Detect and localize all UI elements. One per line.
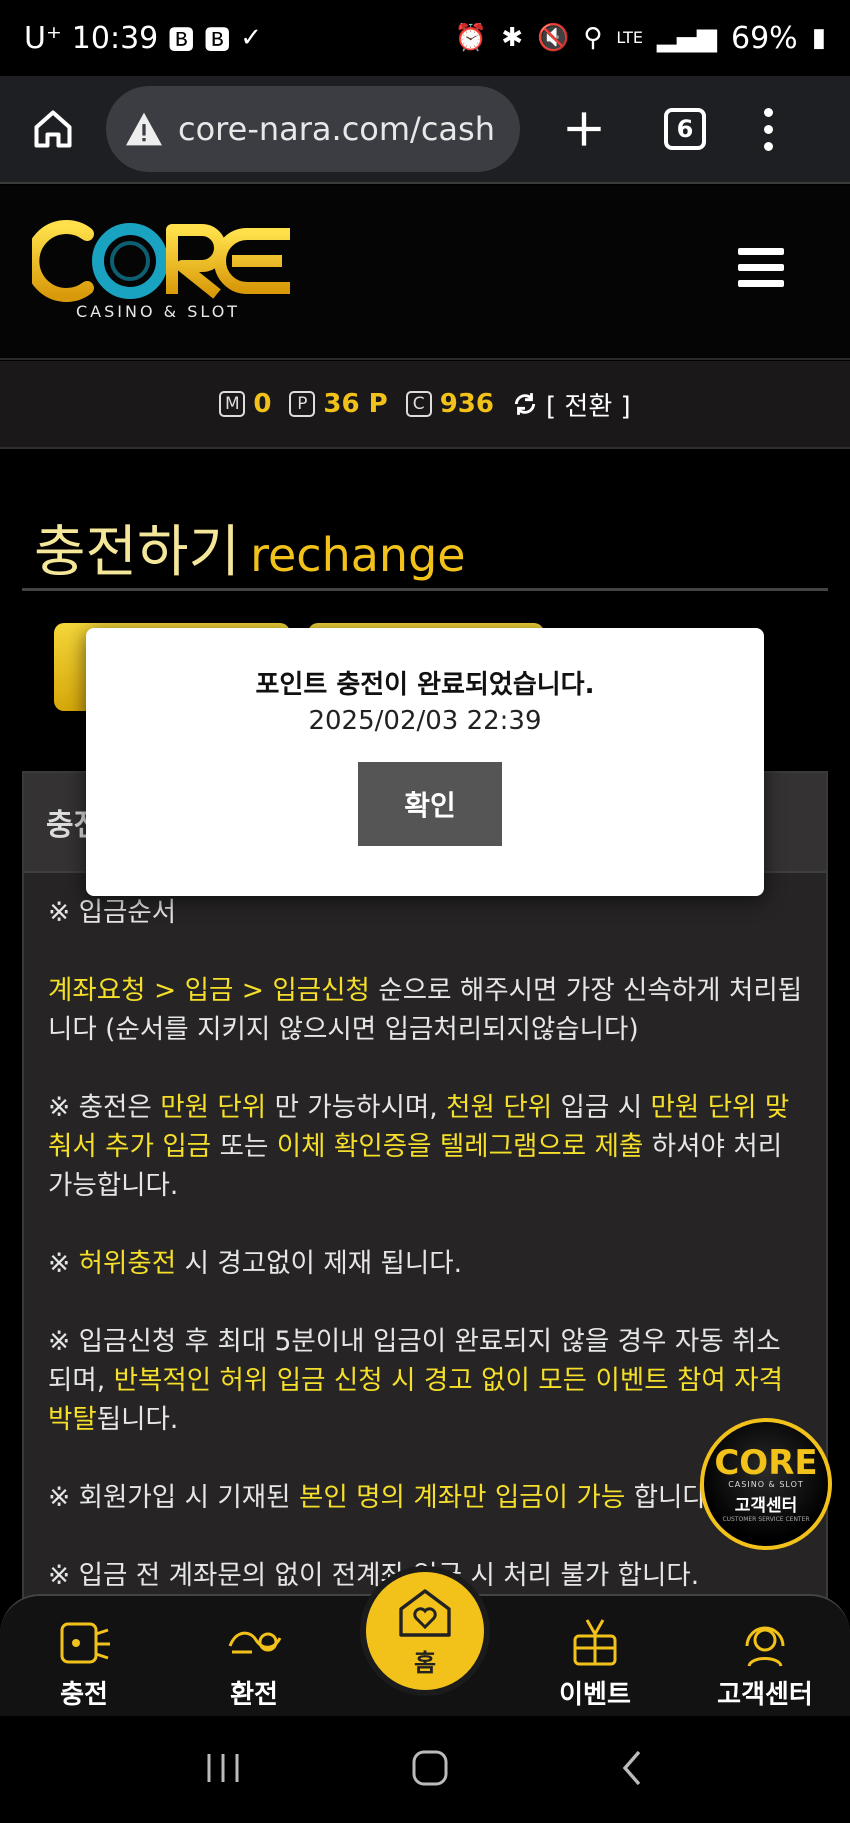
recent-apps-button[interactable] — [203, 1750, 243, 1790]
location-icon: ⚲ — [583, 23, 603, 53]
dialog-message: 포인트 충전이 완료되었습니다. — [255, 670, 595, 700]
home-heart-icon — [399, 1588, 451, 1637]
page-title-kr: 충전하기 — [34, 520, 241, 585]
money-balance: M 0 — [219, 389, 271, 419]
battery-icon: ▮ — [811, 23, 826, 53]
money-icon: M — [219, 391, 246, 417]
nav-support-label: 고객센터 — [717, 1680, 813, 1710]
home-square-icon — [412, 1750, 448, 1785]
customer-center-badge[interactable]: CORE CASINO & SLOT 고객센터 CUSTOMER SERVICE… — [700, 1418, 832, 1550]
switch-button[interactable]: [ 전환 ] — [512, 386, 631, 423]
casino-icon: C — [405, 391, 432, 417]
badge-label: 고객센터 — [734, 1495, 798, 1516]
system-nav-bar — [0, 1716, 850, 1823]
nav-charge[interactable]: 충전 — [24, 1614, 144, 1711]
charge-unit-text: ※ 충전은 만원 단위 만 가능하시며, 천원 단위 입금 시 만원 단위 맞춰… — [48, 1092, 790, 1201]
back-button[interactable] — [617, 1748, 647, 1792]
download-done-icon: ✓ — [240, 23, 263, 53]
status-bar: U⁺ 10:39 🅱 🅱 ✓ ⏰ ✱ 🔇 ⚲ LTE ▂▄▆ 69% ▮ — [0, 0, 850, 76]
charge-icon — [54, 1614, 114, 1670]
url-text: core-nara.com/cash — [178, 110, 495, 148]
alert-dialog: 포인트 충전이 완료되었습니다. 2025/02/03 22:39 확인 — [86, 628, 764, 896]
alarm-icon: ⏰ — [454, 23, 488, 53]
plus-icon — [567, 112, 601, 146]
point-value: 36 P — [323, 389, 388, 419]
auto-cancel-text: ※ 입금신청 후 최대 5분이내 입금이 완료되지 않을 경우 자동 취소 되며… — [48, 1326, 783, 1435]
gift-icon — [565, 1614, 625, 1670]
badge-logo: CORE — [714, 1442, 818, 1483]
badge-en: CUSTOMER SERVICE CENTER — [722, 1515, 810, 1523]
logo-subtitle: CASINO & SLOT — [76, 302, 241, 321]
recent-apps-icon — [207, 1753, 239, 1782]
title-divider — [22, 588, 828, 591]
nav-event-label: 이벤트 — [559, 1680, 631, 1710]
notification-b-icon: 🅱 — [168, 25, 195, 56]
clock: 10:39 — [71, 20, 159, 56]
network-type: LTE — [616, 28, 643, 47]
mute-icon: 🔇 — [536, 23, 570, 53]
switch-label: [ 전환 ] — [546, 391, 631, 422]
headset-icon — [735, 1614, 795, 1670]
page-title: 충전하기 rechange — [34, 507, 466, 588]
points-bar: M 0 P 36 P C 936 [ 전환 ] — [0, 361, 850, 449]
tab-count: 6 — [676, 115, 694, 143]
signal-icon: ▂▄▆ — [657, 23, 717, 53]
home-icon — [34, 110, 72, 148]
nav-home[interactable]: 홈 — [360, 1566, 490, 1696]
nav-event[interactable]: 이벤트 — [535, 1614, 655, 1711]
menu-icon — [738, 248, 784, 255]
hamburger-menu-button[interactable] — [738, 248, 784, 287]
order-text: 계좌요청 > 입금 > 입금신청 순으로 해주시면 가장 신속하게 처리됩니다 … — [48, 975, 803, 1045]
warning-icon — [126, 112, 162, 146]
system-home-button[interactable] — [410, 1748, 450, 1792]
confirm-button[interactable]: 확인 — [358, 762, 502, 846]
carrier-label: U⁺ — [24, 20, 62, 56]
new-tab-button[interactable] — [554, 99, 614, 159]
browser-menu-button[interactable] — [764, 107, 773, 151]
fake-charge-text: ※ 허위충전 시 경고없이 제재 됩니다. — [48, 1248, 463, 1279]
address-bar[interactable]: core-nara.com/cash — [106, 86, 520, 172]
nav-exchange-label: 환전 — [230, 1680, 278, 1710]
browser-home-button[interactable] — [22, 98, 84, 160]
more-vert-icon — [764, 107, 773, 117]
browser-toolbar: core-nara.com/cash 6 — [0, 76, 850, 184]
notification-b-icon-2: 🅱 — [204, 25, 231, 56]
nav-home-label: 홈 — [413, 1648, 437, 1677]
bluetooth-icon: ✱ — [501, 23, 523, 53]
order-title: ※ 입금순서 — [48, 897, 177, 928]
point-icon: P — [289, 391, 316, 417]
casino-balance: C 936 — [405, 389, 494, 419]
back-icon — [622, 1750, 640, 1785]
dialog-timestamp: 2025/02/03 22:39 — [308, 706, 542, 736]
nav-exchange[interactable]: 환전 — [194, 1614, 314, 1711]
main-content: 충전하기 rechange 충전 ※ 입금순서 계좌요청 > 입금 > 입금신청 … — [0, 451, 850, 1601]
badge-sub: CASINO & SLOT — [728, 1479, 804, 1489]
site-logo[interactable]: CASINO & SLOT — [25, 216, 302, 326]
exchange-icon — [224, 1614, 284, 1670]
casino-value: 936 — [439, 389, 494, 419]
refresh-icon — [514, 393, 536, 415]
tab-switcher-button[interactable]: 6 — [664, 108, 706, 150]
nav-charge-label: 충전 — [60, 1680, 108, 1710]
page-title-en: rechange — [250, 528, 466, 582]
site-header: CASINO & SLOT — [0, 186, 850, 360]
nav-support[interactable]: 고객센터 — [705, 1614, 825, 1711]
money-value: 0 — [253, 389, 272, 419]
point-balance: P 36 P — [289, 389, 388, 419]
battery-level: 69% — [731, 20, 798, 56]
own-account-text: ※ 회원가입 시 기재된 본인 명의 계좌만 입금이 가능 합니다. — [48, 1482, 716, 1513]
